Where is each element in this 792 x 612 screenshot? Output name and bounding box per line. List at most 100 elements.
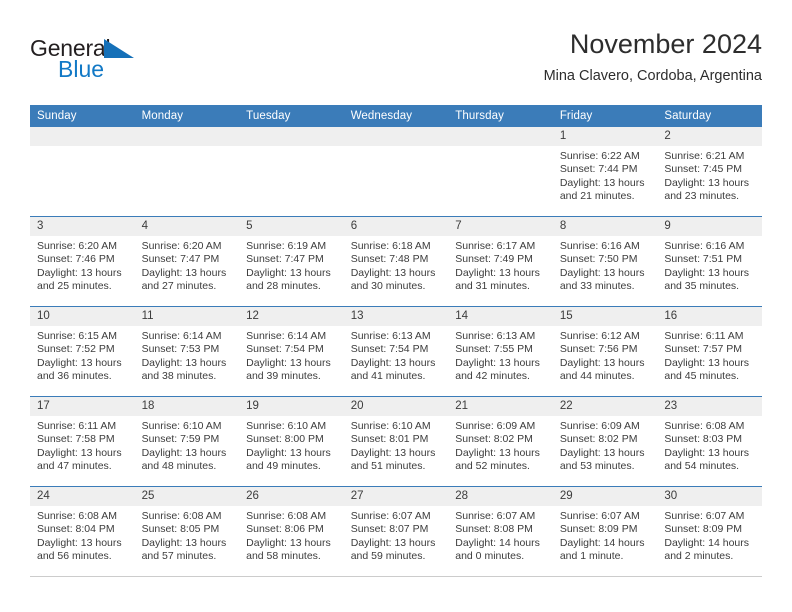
daylight-text: Daylight: 13 hours and 47 minutes. <box>37 446 122 473</box>
calendar-day-cell-empty <box>134 127 240 217</box>
calendar-day-cell[interactable]: 17 Sunrise: 6:11 AM Sunset: 7:58 PM Dayligh… <box>30 396 135 487</box>
day-details: Sunrise: 6:22 AM Sunset: 7:44 PM Daylight:… <box>553 146 658 204</box>
sunset-text: Sunset: 8:02 PM <box>559 433 638 446</box>
weekday-header-friday: Friday <box>552 105 658 127</box>
calendar-day-cell[interactable]: 19 Sunrise: 6:10 AM Sunset: 8:00 PM Dayligh… <box>239 396 344 487</box>
sunrise-text: Sunrise: 6:07 AM <box>559 510 640 522</box>
day-number: 24 <box>30 487 135 506</box>
calendar-day-cell[interactable]: 7 Sunrise: 6:17 AM Sunset: 7:49 PM Daylight… <box>448 216 553 307</box>
calendar-day-cell[interactable]: 23 Sunrise: 6:08 AM Sunset: 8:03 PM Dayligh… <box>657 396 762 487</box>
sunset-text: Sunset: 7:46 PM <box>37 253 115 266</box>
sunrise-text: Sunrise: 6:07 AM <box>350 510 431 522</box>
day-number <box>448 127 553 146</box>
calendar-day-cell[interactable]: 5 Sunrise: 6:19 AM Sunset: 7:47 PM Daylight… <box>239 216 344 307</box>
sunrise-text: Sunrise: 6:22 AM <box>559 150 640 162</box>
calendar-day-cell[interactable]: 30 Sunrise: 6:07 AM Sunset: 8:09 PM Dayligh… <box>657 486 762 577</box>
day-details: Sunrise: 6:07 AM Sunset: 8:09 PM Daylight:… <box>657 506 762 564</box>
daylight-text: Daylight: 13 hours and 27 minutes. <box>141 266 227 293</box>
sunset-text: Sunset: 7:48 PM <box>350 253 429 266</box>
blue-triangle-icon <box>104 39 134 58</box>
day-number: 29 <box>552 487 658 506</box>
calendar-day-cell[interactable]: 25 Sunrise: 6:08 AM Sunset: 8:05 PM Dayligh… <box>134 486 240 577</box>
calendar-header-row: Sunday Monday Tuesday Wednesday Thursday… <box>30 105 762 127</box>
day-details: Sunrise: 6:10 AM Sunset: 7:59 PM Daylight:… <box>135 416 240 474</box>
sunset-text: Sunset: 8:04 PM <box>37 523 115 536</box>
day-details: Sunrise: 6:16 AM Sunset: 7:50 PM Daylight:… <box>553 236 658 294</box>
day-number: 22 <box>552 397 658 416</box>
calendar-day-cell[interactable]: 13 Sunrise: 6:13 AM Sunset: 7:54 PM Dayligh… <box>343 306 449 397</box>
calendar-day-cell[interactable]: 4 Sunrise: 6:20 AM Sunset: 7:47 PM Daylight… <box>134 216 240 307</box>
day-number: 30 <box>657 487 762 506</box>
calendar-day-cell[interactable]: 2 Sunrise: 6:21 AM Sunset: 7:45 PM Daylight… <box>657 127 762 217</box>
calendar-day-cell[interactable]: 1 Sunrise: 6:22 AM Sunset: 7:44 PM Daylight… <box>552 127 658 217</box>
calendar-day-cell[interactable]: 18 Sunrise: 6:10 AM Sunset: 7:59 PM Dayligh… <box>134 396 240 487</box>
sunrise-text: Sunrise: 6:08 AM <box>141 510 222 522</box>
calendar-day-cell[interactable]: 14 Sunrise: 6:13 AM Sunset: 7:55 PM Dayligh… <box>448 306 553 397</box>
calendar-day-cell[interactable]: 15 Sunrise: 6:12 AM Sunset: 7:56 PM Dayligh… <box>552 306 658 397</box>
day-number: 8 <box>552 217 658 236</box>
sunrise-text: Sunrise: 6:09 AM <box>559 420 640 432</box>
sunset-text: Sunset: 8:05 PM <box>141 523 220 536</box>
day-number: 18 <box>134 397 240 416</box>
daylight-text: Daylight: 13 hours and 44 minutes. <box>559 356 645 383</box>
day-number: 11 <box>134 307 240 326</box>
day-details: Sunrise: 6:07 AM Sunset: 8:07 PM Daylight:… <box>344 506 449 564</box>
calendar-day-cell[interactable]: 24 Sunrise: 6:08 AM Sunset: 8:04 PM Dayligh… <box>30 486 135 577</box>
calendar-day-cell[interactable]: 22 Sunrise: 6:09 AM Sunset: 8:02 PM Dayligh… <box>552 396 658 487</box>
weekday-header-thursday: Thursday <box>448 105 553 127</box>
calendar-day-cell[interactable]: 3 Sunrise: 6:20 AM Sunset: 7:46 PM Daylight… <box>30 216 135 307</box>
weekday-header-tuesday: Tuesday <box>239 105 344 127</box>
calendar-day-cell[interactable]: 10 Sunrise: 6:15 AM Sunset: 7:52 PM Dayligh… <box>30 306 135 397</box>
page-title: November 2024 <box>569 29 762 59</box>
day-details: Sunrise: 6:18 AM Sunset: 7:48 PM Daylight:… <box>344 236 449 294</box>
day-number: 1 <box>552 127 658 146</box>
daylight-text: Daylight: 13 hours and 45 minutes. <box>664 356 750 383</box>
calendar-day-cell[interactable]: 29 Sunrise: 6:07 AM Sunset: 8:09 PM Dayligh… <box>552 486 658 577</box>
sunset-text: Sunset: 8:00 PM <box>246 433 324 446</box>
calendar-day-cell[interactable]: 12 Sunrise: 6:14 AM Sunset: 7:54 PM Dayligh… <box>239 306 344 397</box>
calendar-day-cell[interactable]: 28 Sunrise: 6:07 AM Sunset: 8:08 PM Dayligh… <box>448 486 553 577</box>
general-blue-logo[interactable]: General Blue <box>30 36 170 88</box>
daylight-text: Daylight: 13 hours and 41 minutes. <box>350 356 436 383</box>
day-details: Sunrise: 6:07 AM Sunset: 8:09 PM Daylight:… <box>553 506 658 564</box>
daylight-text: Daylight: 13 hours and 35 minutes. <box>664 266 750 293</box>
page-subtitle: Mina Clavero, Cordoba, Argentina <box>543 68 762 84</box>
day-details: Sunrise: 6:14 AM Sunset: 7:53 PM Daylight:… <box>135 326 240 384</box>
calendar-day-cell[interactable]: 21 Sunrise: 6:09 AM Sunset: 8:02 PM Dayligh… <box>448 396 553 487</box>
calendar-body: 1 Sunrise: 6:22 AM Sunset: 7:44 PM Daylight… <box>30 127 762 577</box>
calendar-day-cell[interactable]: 27 Sunrise: 6:07 AM Sunset: 8:07 PM Dayligh… <box>343 486 449 577</box>
calendar-day-cell[interactable]: 9 Sunrise: 6:16 AM Sunset: 7:51 PM Daylight… <box>657 216 762 307</box>
day-number: 17 <box>30 397 135 416</box>
calendar-day-cell[interactable]: 20 Sunrise: 6:10 AM Sunset: 8:01 PM Dayligh… <box>343 396 449 487</box>
day-number: 2 <box>657 127 762 146</box>
day-number: 23 <box>657 397 762 416</box>
sunrise-text: Sunrise: 6:08 AM <box>664 420 745 432</box>
day-details: Sunrise: 6:12 AM Sunset: 7:56 PM Daylight:… <box>553 326 658 384</box>
sunset-text: Sunset: 7:50 PM <box>559 253 638 266</box>
sunset-text: Sunset: 7:52 PM <box>37 343 115 356</box>
weekday-header-saturday: Saturday <box>657 105 762 127</box>
calendar-day-cell[interactable]: 6 Sunrise: 6:18 AM Sunset: 7:48 PM Daylight… <box>343 216 449 307</box>
daylight-text: Daylight: 14 hours and 0 minutes. <box>455 536 540 563</box>
daylight-text: Daylight: 13 hours and 54 minutes. <box>664 446 750 473</box>
calendar-day-cell-empty <box>30 127 135 217</box>
sunrise-text: Sunrise: 6:17 AM <box>455 240 536 252</box>
day-number <box>30 127 135 146</box>
daylight-text: Daylight: 13 hours and 58 minutes. <box>246 536 331 563</box>
daylight-text: Daylight: 13 hours and 56 minutes. <box>37 536 122 563</box>
sunset-text: Sunset: 8:09 PM <box>559 523 638 536</box>
calendar-day-cell[interactable]: 8 Sunrise: 6:16 AM Sunset: 7:50 PM Daylight… <box>552 216 658 307</box>
sunset-text: Sunset: 7:51 PM <box>664 253 743 266</box>
calendar-day-cell[interactable]: 11 Sunrise: 6:14 AM Sunset: 7:53 PM Dayligh… <box>134 306 240 397</box>
sunset-text: Sunset: 7:45 PM <box>664 163 743 176</box>
calendar-page: General Blue November 2024 Mina Clavero,… <box>0 0 792 612</box>
sunrise-text: Sunrise: 6:16 AM <box>664 240 745 252</box>
daylight-text: Daylight: 13 hours and 52 minutes. <box>455 446 540 473</box>
calendar-day-cell[interactable]: 16 Sunrise: 6:11 AM Sunset: 7:57 PM Dayligh… <box>657 306 762 397</box>
day-number: 4 <box>134 217 240 236</box>
day-number: 26 <box>239 487 344 506</box>
daylight-text: Daylight: 13 hours and 33 minutes. <box>559 266 645 293</box>
calendar-day-cell[interactable]: 26 Sunrise: 6:08 AM Sunset: 8:06 PM Dayligh… <box>239 486 344 577</box>
day-details: Sunrise: 6:21 AM Sunset: 7:45 PM Daylight:… <box>657 146 762 204</box>
day-number: 19 <box>239 397 344 416</box>
